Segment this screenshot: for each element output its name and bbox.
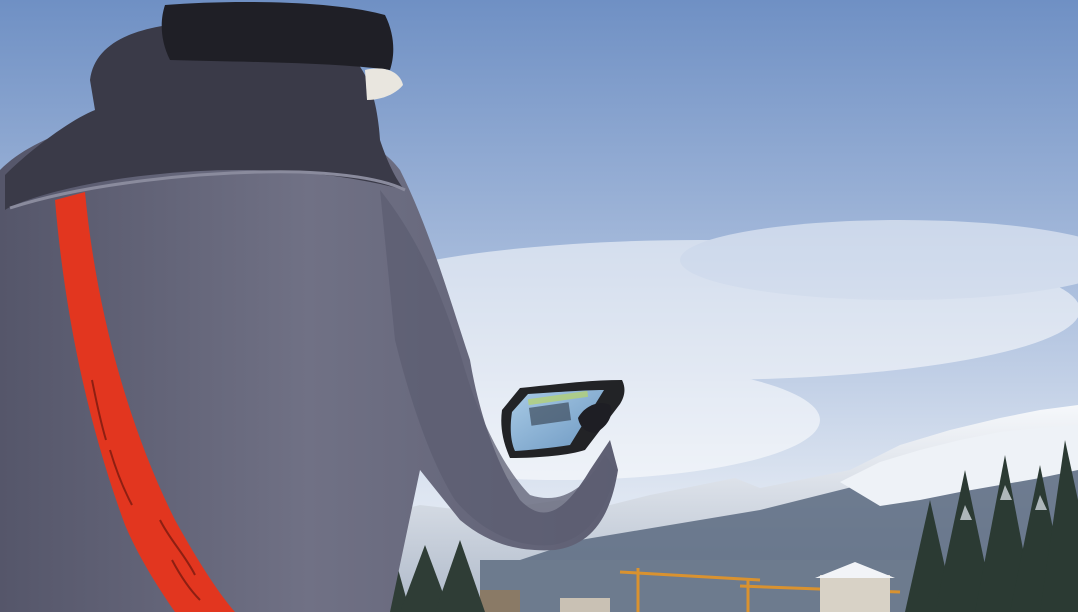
scene-illustration xyxy=(0,0,1078,612)
beanie xyxy=(161,2,394,70)
photo-scene xyxy=(0,0,1078,612)
